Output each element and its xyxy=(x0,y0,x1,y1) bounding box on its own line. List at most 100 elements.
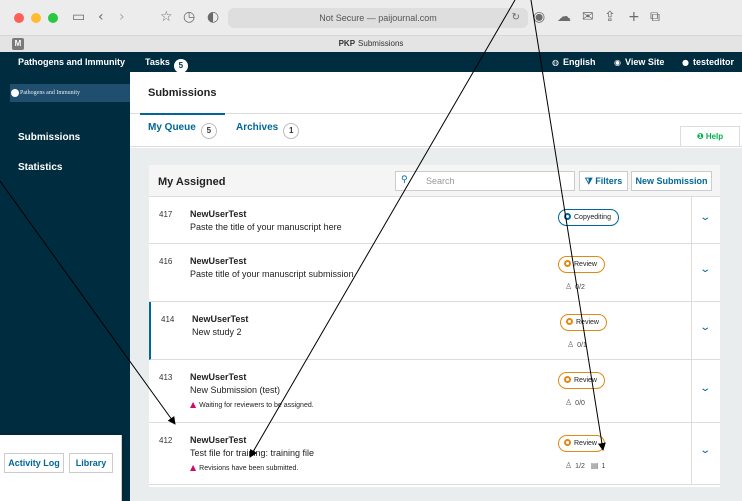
zoom-window-button[interactable] xyxy=(48,13,58,23)
expand-row-button[interactable]: ⌄ xyxy=(691,244,720,301)
star-icon[interactable]: ☆ xyxy=(160,8,173,26)
table-row[interactable]: 412 NewUserTest Test file for training: … xyxy=(149,423,720,485)
mail-icon[interactable]: ✉ xyxy=(582,8,594,26)
submission-warning: ▲ Waiting for reviewers to be assigned. xyxy=(190,400,314,409)
submission-id: 413 xyxy=(159,373,173,382)
submission-id: 414 xyxy=(161,315,175,324)
submission-id: 417 xyxy=(159,210,173,219)
review-count: 0/0 xyxy=(575,400,585,407)
submission-id: 412 xyxy=(159,436,173,445)
journal-logo[interactable]: Pathogens and Immunity xyxy=(10,84,130,102)
library-button[interactable]: Library xyxy=(69,453,113,473)
logo-text: Pathogens and Immunity xyxy=(20,90,80,96)
back-icon[interactable]: ‹ xyxy=(98,8,104,26)
help-label: Help xyxy=(705,132,724,141)
tasks-button[interactable]: Tasks 5 xyxy=(145,57,188,73)
tab-my-queue[interactable]: My Queue 5 xyxy=(140,113,225,149)
new-submission-button[interactable]: New Submission xyxy=(631,171,712,191)
warning-icon: ▲ xyxy=(190,400,197,409)
search-input[interactable]: ⚲ Search xyxy=(395,171,575,191)
new-tab-icon[interactable]: + xyxy=(628,8,640,26)
journal-context-link[interactable]: Pathogens and Immunity xyxy=(18,57,125,67)
tab-archives[interactable]: Archives 1 xyxy=(236,122,300,139)
expand-row-button[interactable]: ⌄ xyxy=(691,302,720,359)
stage-icon xyxy=(564,213,571,220)
search-icon: ⚲ xyxy=(401,175,408,185)
submission-author: NewUserTest xyxy=(190,256,247,266)
eye-icon: ◉ xyxy=(614,58,621,67)
review-count: 0/1 xyxy=(577,342,587,349)
table-row[interactable]: 413 NewUserTest New Submission (test) ▲ W… xyxy=(149,360,720,423)
sidebar-toggle-icon[interactable]: ▭ xyxy=(72,8,85,26)
submission-id: 416 xyxy=(159,257,173,266)
submission-warning: ▲ Revisions have been submitted. xyxy=(190,463,298,472)
stage-icon xyxy=(564,376,571,383)
tab-title: Submissions xyxy=(358,39,404,48)
user-icon: ● xyxy=(682,58,689,67)
user-menu[interactable]: ● testeditor xyxy=(682,57,734,67)
browser-tab-bar: M PKP Submissions xyxy=(0,35,742,52)
filters-label: Filters xyxy=(595,176,623,186)
minimize-window-button[interactable] xyxy=(31,13,41,23)
review-progress: ♙ 1/2 ▤ 1 xyxy=(565,461,605,470)
page-title: Submissions xyxy=(148,87,217,99)
stage-icon xyxy=(564,439,571,446)
panel-title: My Assigned xyxy=(158,176,226,188)
browser-toolbar: ▭ ‹ › ☆ ◷ ◐ Not Secure — paijournal.com … xyxy=(0,0,742,35)
stage-badge: Copyediting xyxy=(558,209,619,226)
chevron-down-icon: ⌄ xyxy=(699,264,712,275)
reviewers-icon: ♙ xyxy=(565,461,573,470)
cloud-icon[interactable]: ☁ xyxy=(557,8,571,26)
panel-header: My Assigned ⚲ Search ⧩ Filters New Submi… xyxy=(149,165,720,197)
address-bar[interactable]: Not Secure — paijournal.com ↻ xyxy=(228,8,528,28)
stage-label: Review xyxy=(576,319,599,326)
submission-author: NewUserTest xyxy=(192,314,249,324)
logo-mark xyxy=(11,89,19,97)
file-icon: ▤ xyxy=(590,461,599,470)
close-window-button[interactable] xyxy=(14,13,24,23)
help-button[interactable]: ❶ Help xyxy=(680,126,740,146)
chevron-down-icon: ⌄ xyxy=(699,322,712,333)
stage-label: Review xyxy=(574,377,597,384)
globe-icon: ◍ xyxy=(552,58,559,67)
filters-button[interactable]: ⧩ Filters xyxy=(579,171,628,191)
expand-row-button[interactable]: ⌄ xyxy=(691,360,720,422)
tab-count-badge: 5 xyxy=(200,123,217,139)
warning-text: Waiting for reviewers to be assigned. xyxy=(199,402,314,409)
activity-log-button[interactable]: Activity Log xyxy=(4,453,64,473)
forward-icon[interactable]: › xyxy=(119,8,125,26)
tab-label: Archives xyxy=(236,122,279,133)
address-text: Not Secure — paijournal.com xyxy=(319,13,437,23)
review-progress: ♙ 0/2 xyxy=(565,282,585,291)
sidebar-item-submissions[interactable]: Submissions xyxy=(18,132,80,143)
shield-icon[interactable]: ◐ xyxy=(207,8,219,26)
reviewers-icon: ♙ xyxy=(565,282,573,291)
review-count: 0/2 xyxy=(575,284,585,291)
share-icon[interactable]: ⇪ xyxy=(604,8,616,26)
extension-icon[interactable]: ◉ xyxy=(533,8,545,26)
sidebar-item-statistics[interactable]: Statistics xyxy=(18,162,62,173)
table-row[interactable]: 414 NewUserTest New study 2 Review ♙ 0/1 … xyxy=(149,302,720,360)
stage-label: Copyediting xyxy=(574,214,611,221)
table-row[interactable]: 416 NewUserTest Paste title of your manu… xyxy=(149,244,720,302)
table-row[interactable]: 417 NewUserTest Paste the title of your … xyxy=(149,197,720,244)
submissions-list-panel: My Assigned ⚲ Search ⧩ Filters New Submi… xyxy=(149,165,720,487)
expand-row-button[interactable]: ⌄ xyxy=(691,197,720,243)
tabs-overview-icon[interactable]: ⧉ xyxy=(650,8,660,26)
workflow-actions-panel: Activity Log Library xyxy=(0,435,122,501)
tab-count-badge: 1 xyxy=(283,123,300,139)
files-count: 1 xyxy=(601,463,606,470)
stage-badge: Review xyxy=(560,314,607,331)
stage-label: Review xyxy=(574,440,597,447)
reload-icon[interactable]: ↻ xyxy=(512,8,520,28)
expand-row-button[interactable]: ⌄ xyxy=(691,423,720,484)
browser-tab[interactable]: PKP Submissions xyxy=(0,39,742,48)
chevron-down-icon: ⌄ xyxy=(699,445,712,456)
history-icon[interactable]: ◷ xyxy=(183,8,195,26)
language-menu[interactable]: ◍ English xyxy=(552,57,596,67)
view-site-link[interactable]: ◉ View Site xyxy=(614,57,664,67)
tab-title-prefix: PKP xyxy=(338,39,356,48)
filter-icon: ⧩ xyxy=(584,177,593,187)
stage-badge: Review xyxy=(558,256,605,273)
review-progress: ♙ 0/1 xyxy=(567,340,587,349)
